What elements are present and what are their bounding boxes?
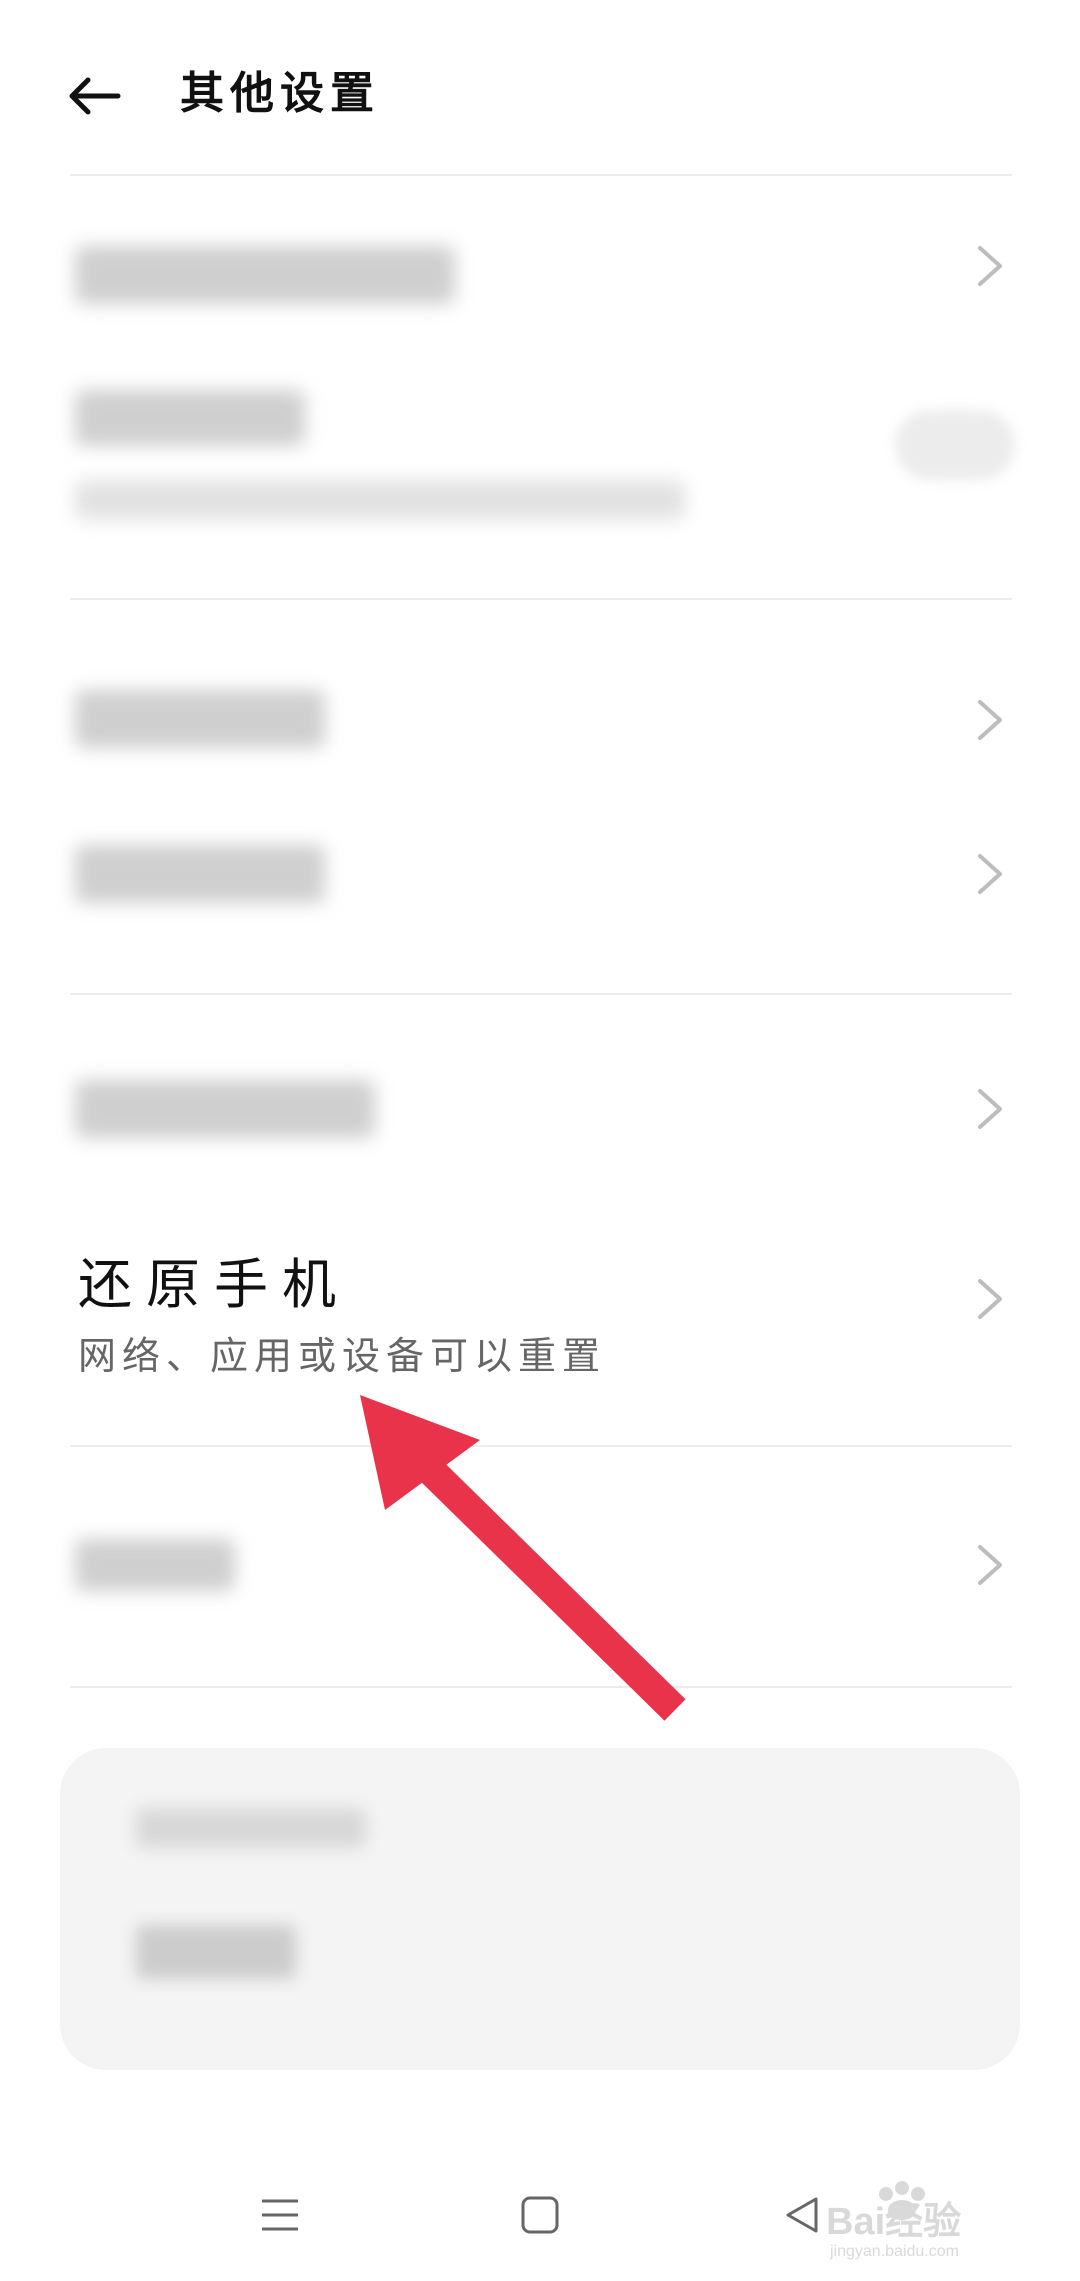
blurred-text	[75, 246, 455, 304]
settings-item[interactable]	[0, 600, 1080, 760]
baidu-watermark: Bai经验 jingyan.baidu.com	[826, 2181, 961, 2260]
reset-phone-item[interactable]	[0, 1195, 1080, 1445]
blurred-subtext	[75, 480, 685, 520]
chevron-right-icon	[978, 1279, 1002, 1319]
settings-item[interactable]	[0, 995, 1080, 1195]
nav-menu-button[interactable]	[240, 2180, 320, 2250]
arrow-left-icon	[69, 77, 121, 115]
chevron-right-icon	[978, 854, 1002, 894]
back-button[interactable]	[58, 60, 130, 132]
chevron-right-icon	[978, 1089, 1002, 1129]
blurred-text	[75, 1539, 235, 1591]
settings-screen: 其他设置 还原手机 网络、应用或设备可以重置 Bai经验 jingyan.bai…	[0, 0, 1080, 2281]
settings-item[interactable]	[0, 1447, 1080, 1687]
menu-icon	[262, 2199, 298, 2231]
nav-home-button[interactable]	[500, 2180, 580, 2250]
blurred-text	[75, 690, 325, 748]
home-icon	[521, 2196, 559, 2234]
settings-item[interactable]	[0, 176, 1080, 356]
watermark-subtext: jingyan.baidu.com	[829, 2243, 959, 2260]
divider	[70, 1686, 1012, 1688]
settings-item[interactable]	[0, 790, 1080, 950]
bottom-card	[60, 1748, 1020, 2070]
blurred-text[interactable]	[136, 1925, 296, 1979]
page-title: 其他设置	[180, 68, 380, 119]
back-triangle-icon	[786, 2197, 818, 2233]
header: 其他设置	[0, 0, 1080, 175]
watermark-text: Bai经验	[826, 2201, 961, 2243]
chevron-right-icon	[978, 246, 1002, 286]
chevron-right-icon	[978, 1545, 1002, 1585]
blurred-text	[75, 1080, 375, 1138]
reset-phone-title: 还原手机	[78, 1253, 350, 1316]
blurred-text	[75, 845, 325, 903]
blurred-text	[75, 390, 305, 446]
blurred-text	[136, 1808, 366, 1848]
toggle-switch[interactable]	[895, 410, 1015, 480]
reset-phone-subtitle: 网络、应用或设备可以重置	[78, 1334, 607, 1378]
chevron-right-icon	[978, 700, 1002, 740]
